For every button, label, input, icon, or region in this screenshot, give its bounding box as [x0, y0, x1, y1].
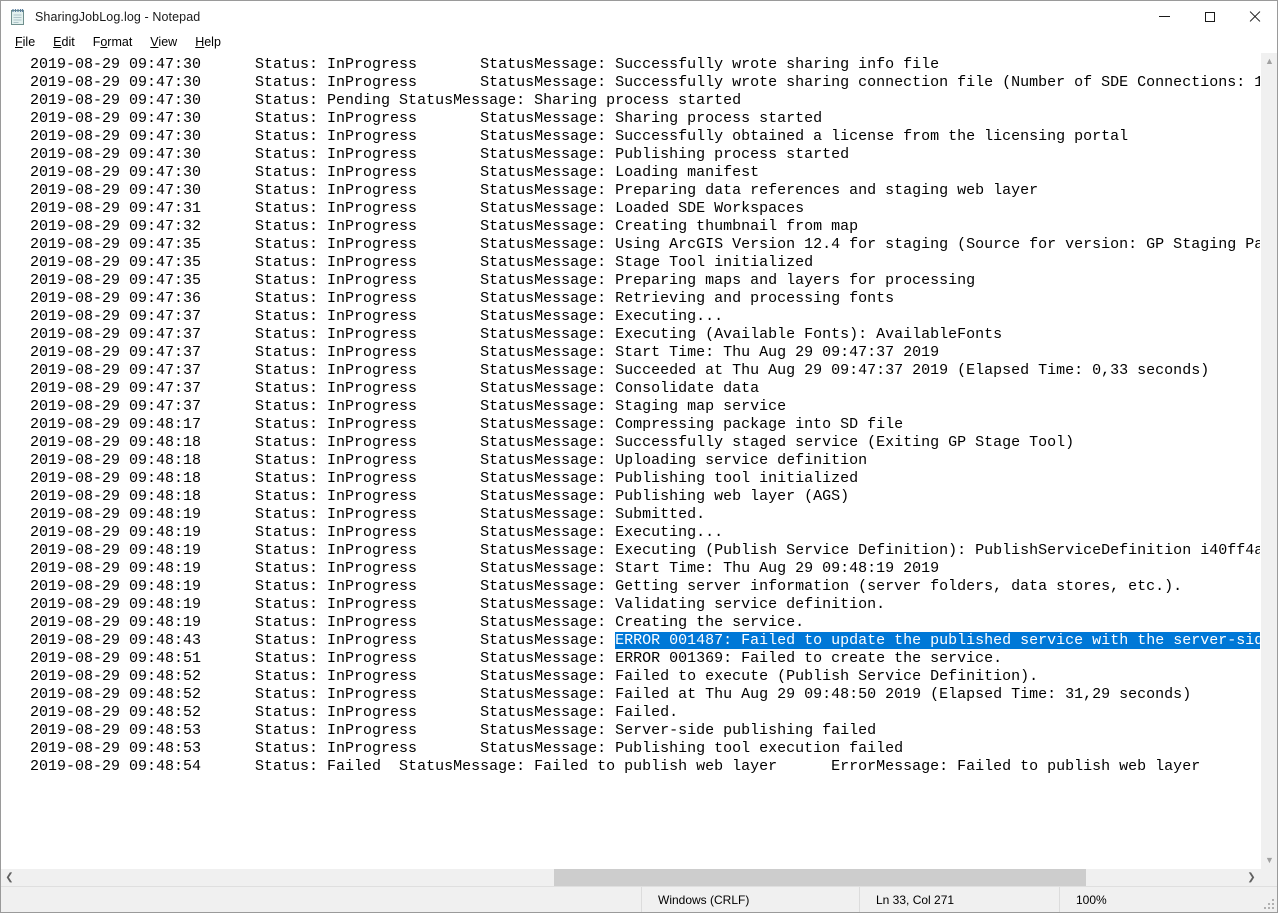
- log-line: 2019-08-29 09:48:18 Status: InProgress S…: [30, 452, 868, 469]
- selected-text[interactable]: ERROR 001487: Failed to update the publi…: [615, 632, 1260, 649]
- log-line: 2019-08-29 09:48:52 Status: InProgress S…: [30, 668, 1039, 685]
- log-line: 2019-08-29 09:48:18 Status: InProgress S…: [30, 434, 1075, 451]
- log-line: 2019-08-29 09:47:30 Status: InProgress S…: [30, 56, 940, 73]
- scroll-up-arrow-icon[interactable]: ▲: [1261, 53, 1277, 70]
- log-line: 2019-08-29 09:47:31 Status: InProgress S…: [30, 200, 805, 217]
- menu-view-rest: iew: [158, 35, 178, 49]
- notepad-window: SharingJobLog.log - Notepad File Edit Fo…: [0, 0, 1278, 913]
- log-line: 2019-08-29 09:48:53 Status: InProgress S…: [30, 740, 904, 757]
- log-line: 2019-08-29 09:48:19 Status: InProgress S…: [30, 596, 886, 613]
- minimize-icon: [1159, 16, 1170, 17]
- log-line: 2019-08-29 09:48:19 Status: InProgress S…: [30, 524, 724, 541]
- scroll-down-arrow-icon[interactable]: ▼: [1261, 852, 1277, 869]
- vertical-scrollbar[interactable]: ▲ ▼: [1260, 53, 1277, 869]
- menu-item-file[interactable]: File: [6, 32, 44, 52]
- log-line: 2019-08-29 09:47:30 Status: InProgress S…: [30, 182, 1039, 199]
- menu-bar: File Edit Format View Help: [1, 32, 1277, 52]
- menu-item-help[interactable]: Help: [186, 32, 230, 52]
- editor-area: 2019-08-29 09:47:30 Status: InProgress S…: [1, 52, 1277, 886]
- log-line: 2019-08-29 09:48:19 Status: InProgress S…: [30, 614, 805, 631]
- scrollbar-corner: [1260, 869, 1277, 886]
- window-title: SharingJobLog.log - Notepad: [35, 9, 201, 24]
- log-line: 2019-08-29 09:47:30 Status: InProgress S…: [30, 164, 760, 181]
- status-encoding: Windows (CRLF): [641, 887, 859, 912]
- status-spacer: [1, 887, 641, 912]
- log-line: 2019-08-29 09:47:37 Status: InProgress S…: [30, 398, 787, 415]
- menu-help-accel: H: [195, 35, 205, 49]
- status-bar: Windows (CRLF) Ln 33, Col 271 100%: [1, 886, 1277, 912]
- log-line: 2019-08-29 09:47:36 Status: InProgress S…: [30, 290, 895, 307]
- log-line: 2019-08-29 09:48:18 Status: InProgress S…: [30, 488, 850, 505]
- log-line: 2019-08-29 09:47:32 Status: InProgress S…: [30, 218, 859, 235]
- maximize-button[interactable]: [1187, 1, 1232, 32]
- menu-item-edit[interactable]: Edit: [44, 32, 84, 52]
- log-line: 2019-08-29 09:47:30 Status: Pending Stat…: [30, 92, 742, 109]
- menu-format-rest: rmat: [107, 35, 133, 49]
- menu-item-view[interactable]: View: [141, 32, 186, 52]
- log-line: 2019-08-29 09:47:37 Status: InProgress S…: [30, 344, 940, 361]
- scroll-right-arrow-icon[interactable]: ❯: [1243, 869, 1260, 886]
- close-button[interactable]: [1232, 1, 1277, 32]
- log-line: 2019-08-29 09:48:19 Status: InProgress S…: [30, 506, 706, 523]
- menu-file-accel: F: [15, 35, 23, 49]
- log-line-prefix: 2019-08-29 09:48:43 Status: InProgress S…: [30, 632, 616, 649]
- log-line: 2019-08-29 09:47:37 Status: InProgress S…: [30, 380, 760, 397]
- menu-edit-rest: dit: [61, 35, 75, 49]
- log-line: 2019-08-29 09:48:51 Status: InProgress S…: [30, 650, 1003, 667]
- log-line: 2019-08-29 09:48:17 Status: InProgress S…: [30, 416, 904, 433]
- log-line: 2019-08-29 09:47:37 Status: InProgress S…: [30, 308, 724, 325]
- log-line: 2019-08-29 09:47:30 Status: InProgress S…: [30, 128, 1129, 145]
- log-line: 2019-08-29 09:47:35 Status: InProgress S…: [30, 254, 814, 271]
- log-line: 2019-08-29 09:47:35 Status: InProgress S…: [30, 272, 976, 289]
- menu-item-format[interactable]: Format: [84, 32, 142, 52]
- text-editor[interactable]: 2019-08-29 09:47:30 Status: InProgress S…: [1, 53, 1260, 869]
- log-line: 2019-08-29 09:48:19 Status: InProgress S…: [30, 560, 940, 577]
- log-line: 2019-08-29 09:48:19 Status: InProgress S…: [30, 542, 1260, 559]
- log-line: 2019-08-29 09:47:35 Status: InProgress S…: [30, 236, 1260, 253]
- minimize-button[interactable]: [1142, 1, 1187, 32]
- horizontal-scroll-thumb[interactable]: [554, 869, 1086, 886]
- resize-grip-icon[interactable]: [1263, 898, 1274, 909]
- log-line: 2019-08-29 09:47:37 Status: InProgress S…: [30, 326, 1003, 343]
- menu-help-rest: elp: [204, 35, 221, 49]
- close-icon: [1249, 11, 1261, 23]
- status-zoom: 100%: [1059, 887, 1259, 912]
- horizontal-scrollbar[interactable]: ❮ ❯: [1, 869, 1260, 886]
- scroll-left-arrow-icon[interactable]: ❮: [1, 869, 18, 886]
- log-line: 2019-08-29 09:48:19 Status: InProgress S…: [30, 578, 1183, 595]
- log-text[interactable]: 2019-08-29 09:47:30 Status: InProgress S…: [1, 53, 1260, 776]
- status-line-col: Ln 33, Col 271: [859, 887, 1059, 912]
- log-line: 2019-08-29 09:48:52 Status: InProgress S…: [30, 704, 679, 721]
- maximize-icon: [1204, 11, 1215, 22]
- log-line: 2019-08-29 09:47:30 Status: InProgress S…: [30, 146, 850, 163]
- window-controls: [1142, 1, 1277, 32]
- title-bar[interactable]: SharingJobLog.log - Notepad: [1, 1, 1277, 32]
- notepad-icon: [10, 8, 26, 26]
- log-line: 2019-08-29 09:48:52 Status: InProgress S…: [30, 686, 1192, 703]
- log-line: 2019-08-29 09:47:30 Status: InProgress S…: [30, 110, 823, 127]
- menu-file-rest: ile: [22, 35, 36, 49]
- log-line: 2019-08-29 09:48:53 Status: InProgress S…: [30, 722, 877, 739]
- log-line: 2019-08-29 09:48:43 Status: InProgress S…: [30, 632, 1260, 650]
- log-line: 2019-08-29 09:47:30 Status: InProgress S…: [30, 74, 1260, 91]
- menu-edit-accel: E: [53, 35, 62, 49]
- log-line: 2019-08-29 09:48:54 Status: Failed Statu…: [30, 758, 1201, 775]
- log-line: 2019-08-29 09:47:37 Status: InProgress S…: [30, 362, 1210, 379]
- log-line: 2019-08-29 09:48:18 Status: InProgress S…: [30, 470, 859, 487]
